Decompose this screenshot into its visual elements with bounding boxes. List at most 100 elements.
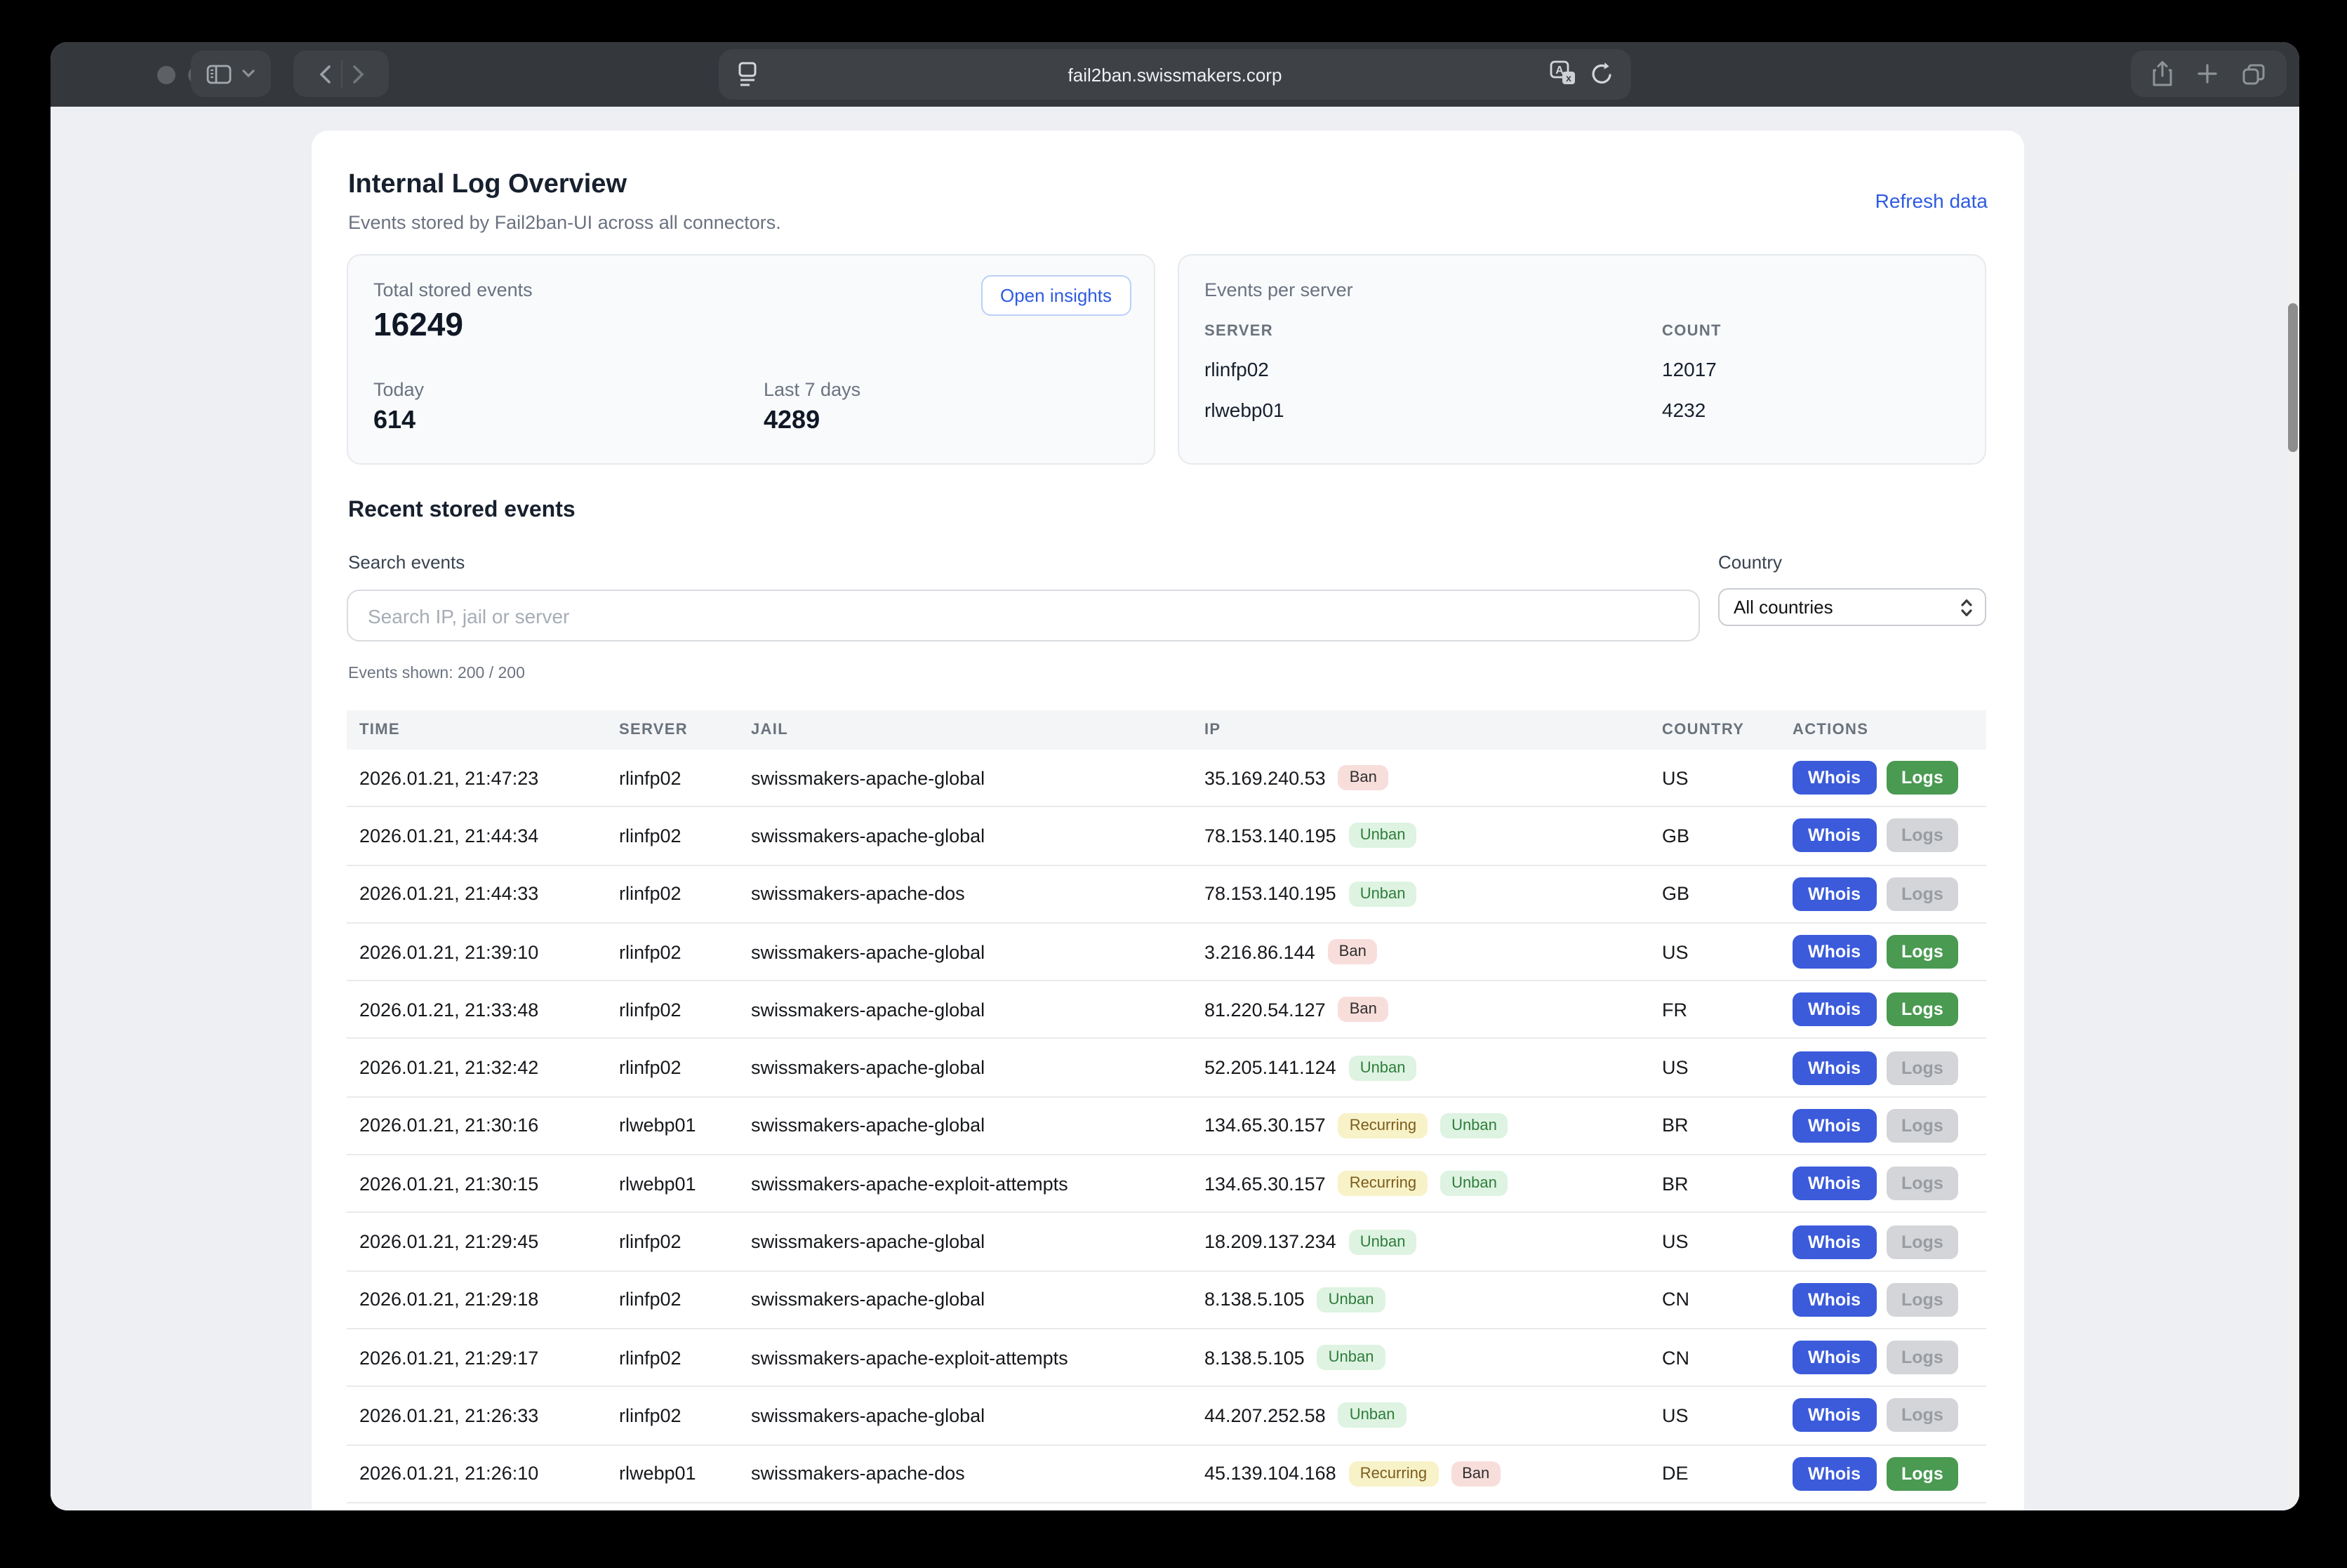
address-bar[interactable]: fail2ban.swissmakers.corp Ax (719, 49, 1631, 100)
logs-button[interactable]: Logs (1886, 993, 1959, 1027)
cell-ip: 35.169.240.53Ban (1204, 765, 1662, 790)
scrollbar-track[interactable] (2287, 171, 2299, 1510)
whois-button[interactable]: Whois (1793, 935, 1876, 969)
cell-ip: 45.139.104.168RecurringBan (1204, 1461, 1662, 1486)
cell-time: 2026.01.21, 21:30:15 (347, 1173, 619, 1194)
per-server-row: rlwebp014232 (1204, 399, 1960, 421)
ip-address: 44.207.252.58 (1204, 1405, 1326, 1426)
ban-badge: Ban (1338, 765, 1388, 790)
ip-address: 134.65.30.157 (1204, 1173, 1326, 1194)
cell-actions: Whois Logs (1793, 1341, 1986, 1374)
logs-button[interactable]: Logs (1886, 1167, 1959, 1200)
cell-country: CN (1662, 1289, 1793, 1310)
cell-ip: 44.207.252.58Unban (1204, 1403, 1662, 1428)
per-server-col-count: COUNT (1662, 323, 1722, 340)
whois-button[interactable]: Whois (1793, 1341, 1876, 1374)
share-icon[interactable] (2152, 60, 2173, 87)
whois-button[interactable]: Whois (1793, 993, 1876, 1027)
table-row: 2026.01.21, 21:44:34rlinfp02swissmakers-… (347, 808, 1986, 866)
cell-actions: Whois Logs (1793, 1167, 1986, 1200)
cell-jail: swissmakers-apache-dos (751, 1463, 1204, 1484)
logs-button[interactable]: Logs (1886, 761, 1959, 795)
unban-badge: Unban (1349, 823, 1417, 849)
page-subtitle: Events stored by Fail2ban-UI across all … (348, 212, 781, 233)
logs-button[interactable]: Logs (1886, 935, 1959, 969)
nav-separator (340, 60, 342, 88)
cell-ip: 18.209.137.234Unban (1204, 1229, 1662, 1254)
cell-server: rlinfp02 (619, 1231, 751, 1252)
logs-button[interactable]: Logs (1886, 1283, 1959, 1317)
cell-server: rlinfp02 (619, 1057, 751, 1078)
cell-actions: Whois Logs (1793, 1109, 1986, 1143)
refresh-data-link[interactable]: Refresh data (1875, 190, 1988, 212)
server-count: 4232 (1662, 399, 1706, 421)
window-close-button[interactable] (157, 66, 175, 84)
column-header-server: SERVER (619, 722, 751, 738)
cell-time: 2026.01.21, 21:26:10 (347, 1463, 619, 1484)
ip-address: 3.216.86.144 (1204, 941, 1315, 962)
cell-time: 2026.01.21, 21:44:33 (347, 883, 619, 904)
back-icon[interactable] (318, 64, 331, 84)
cell-actions: Whois Logs (1793, 819, 1986, 853)
cell-jail: swissmakers-apache-global (751, 941, 1204, 962)
cell-time: 2026.01.21, 21:47:23 (347, 767, 619, 788)
scrollbar-thumb[interactable] (2288, 303, 2298, 452)
sidebar-toggle-button[interactable] (191, 51, 271, 97)
cell-country: US (1662, 941, 1793, 962)
table-row: 2026.01.21, 21:47:23rlinfp02swissmakers-… (347, 750, 1986, 808)
per-server-row: rlinfp0212017 (1204, 358, 1960, 380)
cell-country: GB (1662, 825, 1793, 846)
logs-button[interactable]: Logs (1886, 1341, 1959, 1374)
whois-button[interactable]: Whois (1793, 1456, 1876, 1490)
whois-button[interactable]: Whois (1793, 1225, 1876, 1258)
cell-country: GB (1662, 883, 1793, 904)
logs-button[interactable]: Logs (1886, 1109, 1959, 1143)
cell-actions: Whois Logs (1793, 761, 1986, 795)
logs-button[interactable]: Logs (1886, 1456, 1959, 1490)
cell-actions: Whois Logs (1793, 1225, 1986, 1258)
last7-value: 4289 (764, 406, 860, 435)
whois-button[interactable]: Whois (1793, 761, 1876, 795)
cell-jail: swissmakers-apache-global (751, 825, 1204, 846)
logs-button[interactable]: Logs (1886, 877, 1959, 910)
search-input[interactable] (347, 590, 1700, 642)
column-header-ip: IP (1204, 722, 1662, 738)
server-name: rlwebp01 (1204, 399, 1662, 421)
logs-button[interactable]: Logs (1886, 1399, 1959, 1433)
tab-overview-icon[interactable] (2242, 62, 2266, 85)
cell-country: DE (1662, 1463, 1793, 1484)
logs-button[interactable]: Logs (1886, 1051, 1959, 1084)
chevron-down-icon (241, 69, 255, 79)
open-insights-button[interactable]: Open insights (980, 275, 1131, 316)
whois-button[interactable]: Whois (1793, 1167, 1876, 1200)
translate-icon[interactable]: Ax (1550, 60, 1576, 87)
cell-time: 2026.01.21, 21:39:10 (347, 941, 619, 962)
whois-button[interactable]: Whois (1793, 1283, 1876, 1317)
whois-button[interactable]: Whois (1793, 877, 1876, 910)
logs-button[interactable]: Logs (1886, 1225, 1959, 1258)
url-text[interactable]: fail2ban.swissmakers.corp (719, 64, 1631, 85)
whois-button[interactable]: Whois (1793, 1051, 1876, 1084)
table-row: 2026.01.21, 21:29:45rlinfp02swissmakers-… (347, 1214, 1986, 1272)
new-tab-icon[interactable] (2197, 63, 2218, 84)
cell-jail: swissmakers-apache-exploit-attempts (751, 1347, 1204, 1368)
events-shown-count: Events shown: 200 / 200 (348, 665, 525, 682)
column-header-time: TIME (347, 722, 619, 738)
forward-icon[interactable] (352, 64, 364, 84)
whois-button[interactable]: Whois (1793, 1109, 1876, 1143)
cell-ip: 3.216.86.144Ban (1204, 939, 1662, 964)
cell-jail: swissmakers-apache-global (751, 1057, 1204, 1078)
toolbar-right-buttons (2131, 51, 2287, 97)
reload-icon[interactable] (1590, 60, 1614, 87)
table-row: 2026.01.21, 21:44:33rlinfp02swissmakers-… (347, 865, 1986, 924)
whois-button[interactable]: Whois (1793, 819, 1876, 853)
recurring-badge: Recurring (1349, 1461, 1438, 1486)
unban-badge: Unban (1349, 1229, 1417, 1254)
logs-button[interactable]: Logs (1886, 819, 1959, 853)
table-row: 2026.01.21, 21:39:10rlinfp02swissmakers-… (347, 924, 1986, 982)
whois-button[interactable]: Whois (1793, 1399, 1876, 1433)
ip-address: 78.153.140.195 (1204, 825, 1336, 846)
table-row: 2026.01.21, 21:32:42rlinfp02swissmakers-… (347, 1039, 1986, 1098)
country-select[interactable]: All countries (1718, 588, 1986, 626)
unban-badge: Unban (1349, 881, 1417, 906)
